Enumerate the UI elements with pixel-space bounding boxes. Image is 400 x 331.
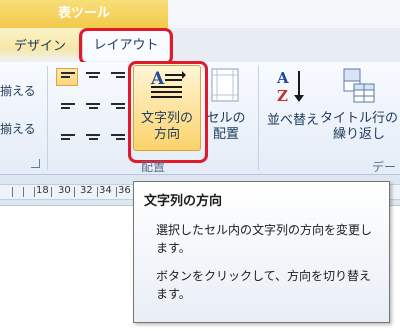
align-middle-left-button[interactable] xyxy=(56,97,78,115)
align-middle-center-button[interactable] xyxy=(81,97,103,115)
sort-button[interactable]: 並べ替え xyxy=(266,113,320,129)
sort-icon: A Z xyxy=(276,69,304,104)
ruler-number: 18 xyxy=(36,185,49,196)
align-bottom-left-button[interactable] xyxy=(56,126,78,144)
text-direction-tooltip: 文字列の方向 選択したセル内の文字列の方向を変更します。 ボタンをクリックして、… xyxy=(133,181,390,323)
svg-text:Z: Z xyxy=(277,87,288,104)
align-top-left-icon xyxy=(61,72,75,84)
svg-text:A: A xyxy=(276,69,289,87)
cell-margins-button[interactable]: セルの 配置 xyxy=(204,111,248,143)
align-top-left-button[interactable] xyxy=(56,68,78,86)
align-bottom-left-icon xyxy=(61,134,75,142)
align-top-right-button[interactable] xyxy=(106,68,128,86)
align-command-2[interactable]: 揃える xyxy=(0,120,36,137)
data-group-label: デー xyxy=(372,160,397,174)
align-middle-right-button[interactable] xyxy=(106,97,128,115)
ruler-number: 32 xyxy=(80,185,93,196)
align-bottom-right-icon xyxy=(111,134,125,142)
ruler-tick xyxy=(116,187,117,197)
ruler-number: 30 xyxy=(58,185,71,196)
alignment-group-label: 配置 xyxy=(141,160,166,174)
ruler-tick xyxy=(34,187,35,197)
repeat-header-label-line1: タイトル行の xyxy=(319,111,398,126)
cell-margins-icon xyxy=(211,68,239,102)
align-middle-right-icon xyxy=(111,103,125,111)
align-middle-center-icon xyxy=(86,103,100,111)
tab-design[interactable]: デザイン xyxy=(14,33,66,61)
cell-margins-label-line1: セルの xyxy=(206,111,246,126)
tooltip-description: 選択したセル内の文字列の方向を変更します。 xyxy=(156,223,373,255)
tooltip-title: 文字列の方向 xyxy=(144,194,223,209)
tab-layout[interactable]: レイアウト xyxy=(82,30,170,61)
align-bottom-right-button[interactable] xyxy=(106,126,128,144)
align-command-1[interactable]: 揃える xyxy=(0,82,36,99)
text-direction-label-line1: 文字列の xyxy=(140,111,193,126)
context-tab-group-label: 表ツール xyxy=(57,6,110,21)
title-bar-fill xyxy=(168,0,400,28)
text-direction-icon: A xyxy=(150,69,186,98)
group-separator xyxy=(47,66,48,170)
repeat-header-rows-icon xyxy=(343,68,375,103)
repeat-header-label-line2: 繰り返し xyxy=(332,127,385,142)
tab-strip-fill xyxy=(168,28,400,62)
ruler-number: 36 xyxy=(118,185,131,196)
ruler-number: 34 xyxy=(99,185,112,196)
ruler-tick xyxy=(23,187,24,197)
ruler-tick xyxy=(74,187,75,197)
cell-margins-label-line2: 配置 xyxy=(212,127,239,142)
align-top-right-icon xyxy=(111,72,125,80)
align-bottom-center-button[interactable] xyxy=(81,126,103,144)
context-tab-group-header: 表ツール xyxy=(0,0,168,28)
text-direction-label-line2: 方向 xyxy=(153,127,180,142)
group-separator xyxy=(258,66,259,170)
dialog-launcher-icon[interactable] xyxy=(31,159,40,168)
tooltip-hint: ボタンをクリックして、方向を切り替えます。 xyxy=(156,269,372,301)
align-bottom-center-icon xyxy=(86,134,100,142)
align-middle-left-icon xyxy=(61,103,75,111)
ruler-tick xyxy=(12,187,13,197)
text-direction-label: 文字列の 方向 xyxy=(133,111,201,143)
ruler-tick xyxy=(97,187,98,197)
repeat-header-rows-button[interactable]: タイトル行の 繰り返し xyxy=(318,111,400,143)
ruler-tick xyxy=(51,187,52,197)
align-top-center-icon xyxy=(86,72,100,80)
align-top-center-button[interactable] xyxy=(81,68,103,86)
